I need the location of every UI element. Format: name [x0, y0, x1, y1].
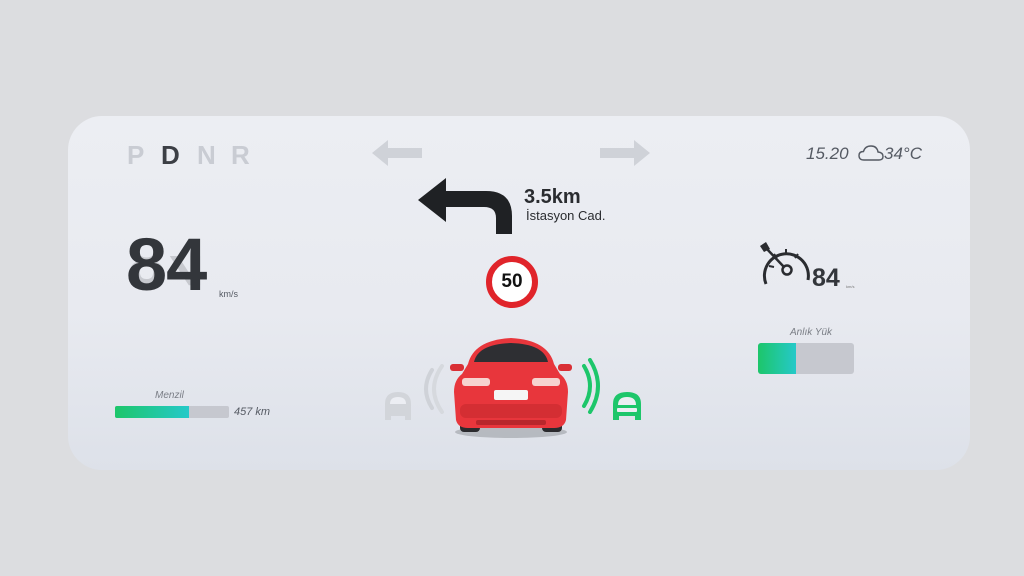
gear-n[interactable]: N	[197, 140, 216, 171]
speed-limit-value: 50	[501, 271, 523, 292]
cruise-speed-value: 84	[812, 264, 840, 292]
load-bar-fill	[758, 343, 797, 374]
clock: 15.20	[806, 144, 849, 163]
vehicle-icon	[450, 338, 572, 438]
speed-limit-sign: 50	[486, 256, 538, 308]
range-bar	[115, 406, 229, 418]
right-vehicle-icon	[613, 392, 641, 420]
right-proximity-sensor-icon	[582, 358, 600, 414]
right-turn-signal-icon	[600, 140, 650, 166]
speedometer-icon	[760, 242, 810, 285]
navigation-street: İstasyon Cad.	[526, 208, 606, 223]
load-label: Anlık Yük	[790, 327, 833, 338]
gear-r[interactable]: R	[231, 140, 250, 171]
cruise-speed-unit: km/s	[846, 284, 855, 289]
cloud-icon	[858, 145, 884, 161]
load-bar	[758, 343, 854, 374]
gear-d[interactable]: D	[161, 140, 180, 171]
left-turn-signal-icon	[372, 140, 422, 166]
gear-p[interactable]: P	[127, 140, 144, 171]
range-label: Menzil	[155, 390, 184, 401]
navigation-distance: 3.5km	[524, 186, 581, 208]
speed-unit: km/s	[219, 289, 238, 299]
turn-left-arrow-icon	[418, 178, 512, 234]
left-proximity-sensor-icon	[424, 364, 444, 414]
range-bar-fill	[115, 406, 190, 418]
temperature: 34°C	[884, 144, 922, 163]
left-vehicle-icon	[385, 392, 411, 420]
speed-reflection: 84	[126, 256, 206, 296]
range-value: 457 km	[234, 406, 271, 418]
